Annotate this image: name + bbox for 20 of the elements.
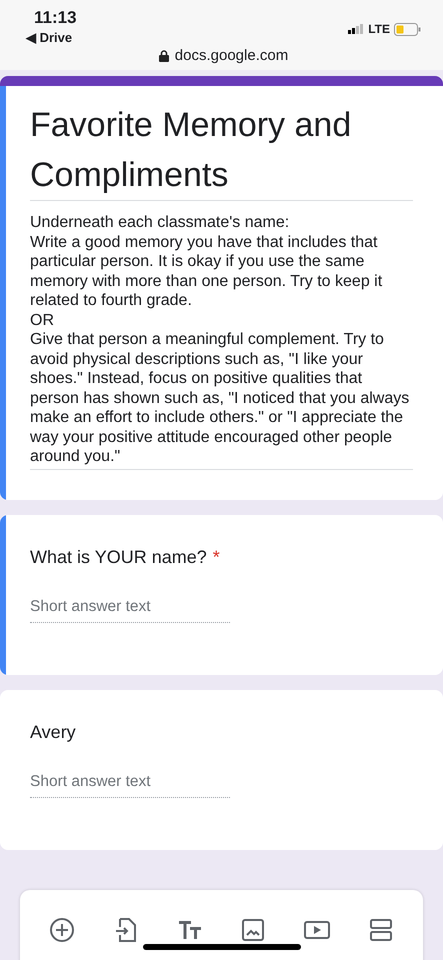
question-title: Avery xyxy=(30,722,76,742)
description-text: OR xyxy=(30,310,55,330)
description-text: Give that person a meaningful complement. Try to avoid physical descriptions such as, "I like your shoes." Instead, focus on positive qualities that person has shown such as, "I noticed that you always make an effort to include others." or "I appreciate the way your positive attitude encouraged other people around you." xyxy=(30,330,410,466)
clock-time: 11:13 xyxy=(34,8,77,27)
form-title: Favorite Memory and Compliments xyxy=(30,100,413,201)
description-text: Write a good memory you have that includes that particular person. It is okay if you use the same memory with more than one person. Try to keep it related to fourth grade. xyxy=(30,232,384,310)
url-text[interactable]: docs.google.com xyxy=(174,47,288,64)
required-asterisk: * xyxy=(212,546,220,568)
signal-icon xyxy=(348,24,364,34)
question-card[interactable]: Avery Short answer text xyxy=(0,690,443,850)
question-card[interactable]: What is YOUR name? * Short answer text xyxy=(0,514,443,674)
question-title: What is YOUR name? xyxy=(30,546,207,568)
battery-icon xyxy=(394,22,421,36)
back-link[interactable]: ◀ Drive xyxy=(26,30,77,45)
add-icon[interactable] xyxy=(48,916,76,944)
network-label: LTE xyxy=(368,22,390,36)
answer-field[interactable]: Short answer text xyxy=(30,594,230,622)
answer-field[interactable]: Short answer text xyxy=(30,768,230,798)
description-text: Underneath each classmate's name: xyxy=(30,213,290,232)
lock-icon xyxy=(158,50,169,62)
